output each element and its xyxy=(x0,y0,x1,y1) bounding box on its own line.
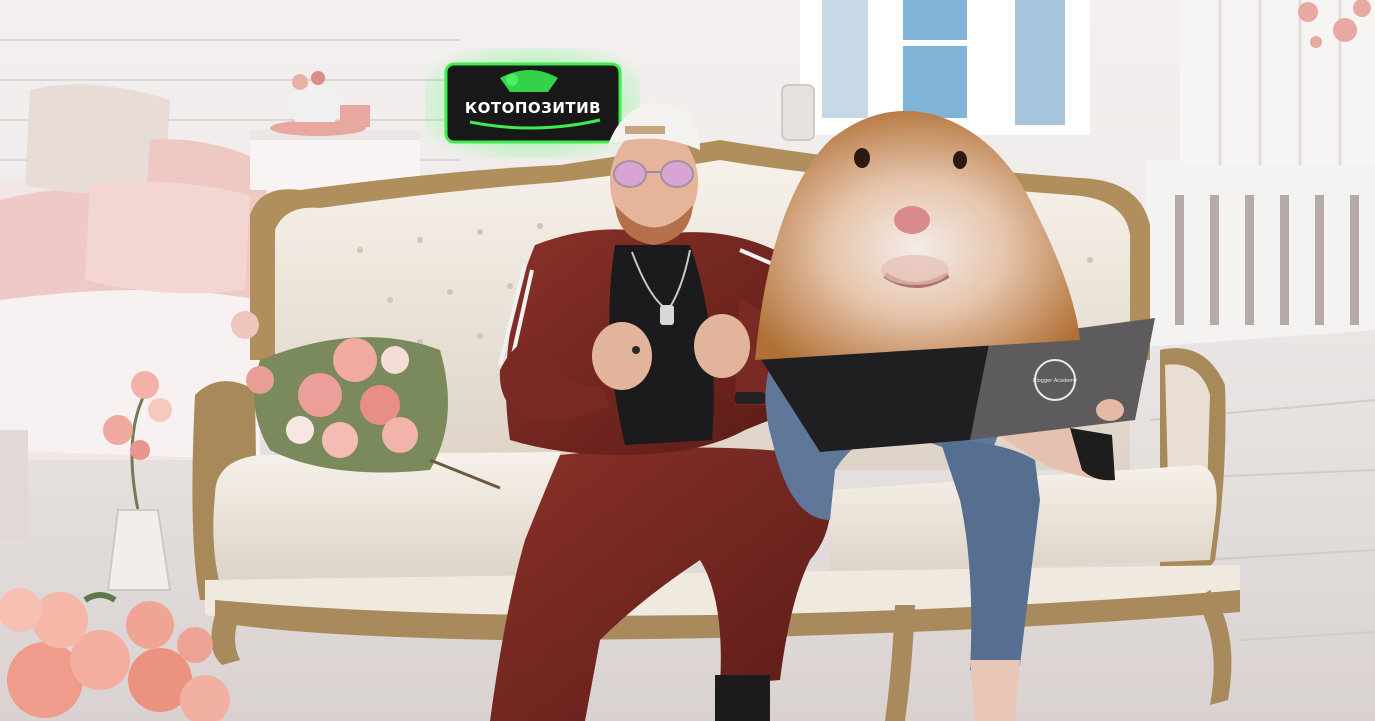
tv-sign-text: КОТОПОЗИТИВ xyxy=(465,99,601,117)
tv-sign: КОТОПОЗИТИВ xyxy=(425,48,640,158)
hand-left xyxy=(592,322,652,390)
hand-on-laptop xyxy=(1096,399,1124,421)
scene-illustration: КОТОПОЗИТИВ Blogger Academy xyxy=(0,0,1375,721)
sock xyxy=(715,675,770,721)
hamster-eye xyxy=(953,151,967,169)
window xyxy=(800,0,1090,135)
laptop-logo-text: Blogger Academy xyxy=(1033,378,1077,384)
hand-right xyxy=(694,314,750,378)
glass-jar xyxy=(781,84,815,141)
hamster-eye xyxy=(854,148,870,168)
hamster-nose xyxy=(894,206,930,234)
wristwatch xyxy=(735,392,765,404)
dog-tag xyxy=(660,305,674,325)
video-frame: КОТОПОЗИТИВ Blogger Academy xyxy=(0,0,1375,721)
